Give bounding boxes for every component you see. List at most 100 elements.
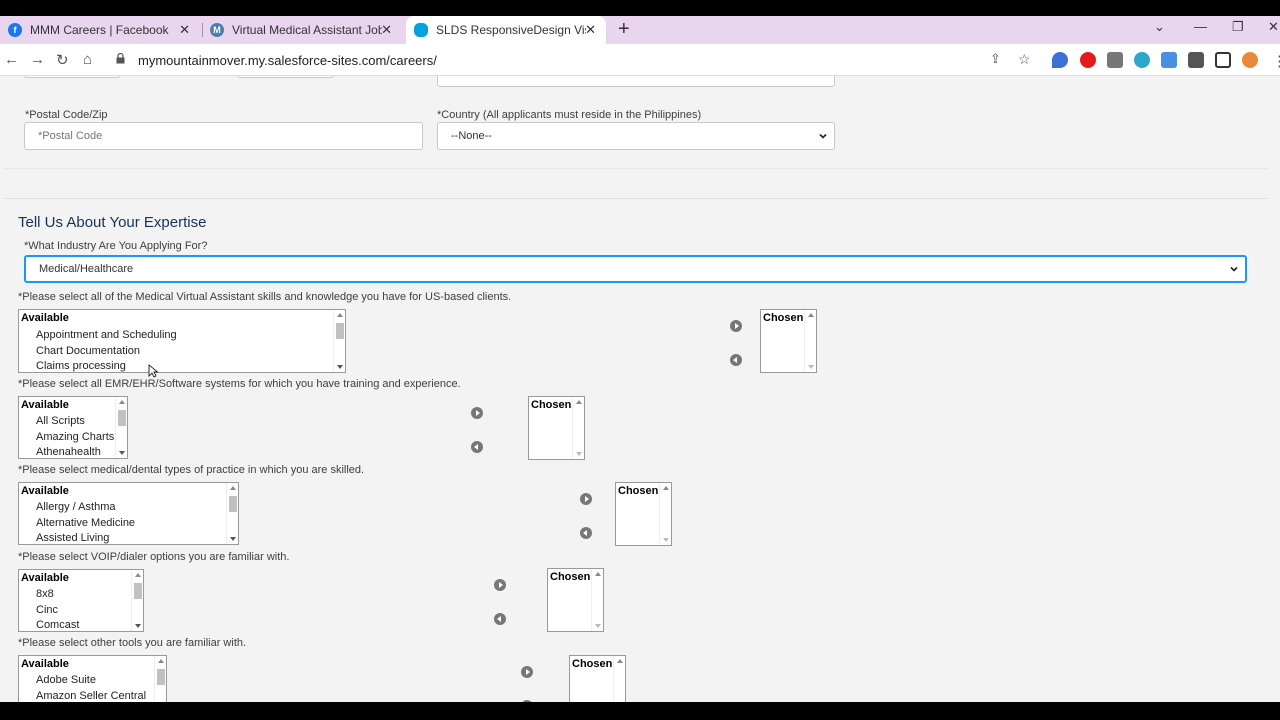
add-arrow-button[interactable]: [730, 320, 742, 332]
minimize-icon[interactable]: —: [1194, 19, 1207, 34]
postal-code-placeholder: *Postal Code: [38, 130, 103, 142]
other-tools-available-list[interactable]: Available Adobe Suite Amazon Seller Cent…: [18, 655, 167, 702]
scroll-up-icon[interactable]: [617, 659, 623, 663]
scroll-up-icon[interactable]: [576, 400, 582, 404]
list-item[interactable]: Comcast: [36, 619, 79, 631]
forward-icon[interactable]: →: [30, 51, 45, 68]
postal-code-input[interactable]: *Postal Code: [24, 122, 423, 150]
scroll-up-icon[interactable]: [158, 659, 164, 663]
list-item[interactable]: Amazon Seller Central: [36, 690, 146, 702]
list-item[interactable]: Adobe Suite: [36, 674, 96, 686]
scrollbar[interactable]: [591, 569, 603, 631]
scroll-down-icon[interactable]: [135, 624, 141, 628]
practice-types-chosen-list[interactable]: Chosen: [615, 482, 672, 546]
scroll-thumb[interactable]: [157, 669, 165, 685]
list-item[interactable]: Athenahealth: [36, 446, 101, 458]
practice-types-available-list[interactable]: Available Allergy / Asthma Alternative M…: [18, 482, 239, 545]
scroll-up-icon[interactable]: [230, 486, 236, 490]
skills-chosen-list[interactable]: Chosen: [760, 309, 817, 373]
emr-chosen-list[interactable]: Chosen: [528, 396, 585, 460]
scrollbar[interactable]: [226, 483, 238, 544]
scroll-down-icon[interactable]: [230, 537, 236, 541]
scroll-up-icon[interactable]: [119, 400, 125, 404]
scrollbar[interactable]: [613, 656, 625, 702]
scroll-up-icon[interactable]: [663, 486, 669, 490]
side-panel-icon[interactable]: [1215, 52, 1231, 68]
extension-shield-icon[interactable]: [1052, 52, 1068, 68]
scroll-down-icon[interactable]: [595, 624, 601, 628]
scrollbar[interactable]: [154, 656, 166, 702]
scroll-up-icon[interactable]: [808, 313, 814, 317]
remove-arrow-button[interactable]: [730, 354, 742, 366]
list-item[interactable]: All Scripts: [36, 415, 85, 427]
add-arrow-button[interactable]: [471, 407, 483, 419]
extension-f-icon[interactable]: [1107, 52, 1123, 68]
list-item[interactable]: Assisted Living: [36, 532, 109, 544]
scrollbar[interactable]: [804, 310, 816, 372]
add-arrow-button[interactable]: [580, 493, 592, 505]
scrollbar[interactable]: [131, 570, 143, 631]
profile-avatar[interactable]: [1242, 52, 1258, 68]
country-select[interactable]: --None--: [437, 122, 835, 150]
scrollbar[interactable]: [572, 397, 584, 459]
list-item[interactable]: Allergy / Asthma: [36, 501, 115, 513]
add-arrow-button[interactable]: [494, 579, 506, 591]
remove-arrow-button[interactable]: [471, 441, 483, 453]
extensions-puzzle-icon[interactable]: [1188, 52, 1204, 68]
menu-kebab-icon[interactable]: ⋮: [1272, 52, 1280, 70]
partial-textarea[interactable]: [437, 76, 835, 87]
scrollbar[interactable]: [659, 483, 671, 545]
scroll-thumb[interactable]: [134, 583, 142, 599]
voip-available-list[interactable]: Available 8x8 Cinc Comcast: [18, 569, 144, 632]
url-field[interactable]: mymountainmover.my.salesforce-sites.com/…: [108, 48, 1043, 72]
tab-virtual-medical-assistant-jobs[interactable]: M Virtual Medical Assistant Jobs - N ✕: [210, 16, 402, 44]
partial-field-middle[interactable]: [237, 76, 334, 78]
extension-c-icon[interactable]: [1134, 52, 1150, 68]
restore-icon[interactable]: ❐: [1232, 19, 1244, 35]
scroll-thumb[interactable]: [336, 323, 344, 339]
list-item[interactable]: Cinc: [36, 604, 58, 616]
scrollbar[interactable]: [333, 310, 345, 372]
scroll-up-icon[interactable]: [595, 572, 601, 576]
list-item[interactable]: Appointment and Scheduling: [36, 329, 177, 341]
industry-select[interactable]: Medical/Healthcare: [24, 255, 1247, 283]
scroll-thumb[interactable]: [118, 410, 126, 426]
tab-search-icon[interactable]: ⌄: [1154, 19, 1165, 35]
scroll-up-icon[interactable]: [337, 313, 343, 317]
opera-icon[interactable]: [1080, 52, 1096, 68]
close-icon[interactable]: ✕: [381, 22, 392, 38]
scrollbar[interactable]: [115, 397, 127, 458]
list-item[interactable]: Alternative Medicine: [36, 517, 135, 529]
voip-chosen-list[interactable]: Chosen: [547, 568, 604, 632]
list-item[interactable]: 8x8: [36, 588, 54, 600]
scroll-down-icon[interactable]: [663, 538, 669, 542]
new-tab-button[interactable]: +: [618, 19, 630, 39]
remove-arrow-button[interactable]: [580, 527, 592, 539]
remove-arrow-button[interactable]: [494, 613, 506, 625]
scroll-up-icon[interactable]: [135, 573, 141, 577]
reload-icon[interactable]: ↻: [56, 51, 69, 69]
scroll-down-icon[interactable]: [119, 451, 125, 455]
partial-field-left[interactable]: [24, 76, 120, 78]
skills-available-list[interactable]: Available Appointment and Scheduling Cha…: [18, 309, 346, 373]
scroll-down-icon[interactable]: [808, 365, 814, 369]
scroll-down-icon[interactable]: [337, 365, 343, 369]
share-icon[interactable]: ⇪: [990, 51, 1001, 67]
scroll-thumb[interactable]: [229, 496, 237, 512]
bookmark-star-icon[interactable]: ☆: [1018, 51, 1031, 68]
window-close-icon[interactable]: ✕: [1268, 19, 1279, 35]
extension-screen-icon[interactable]: [1161, 52, 1177, 68]
close-icon[interactable]: ✕: [585, 22, 596, 38]
list-item[interactable]: Chart Documentation: [36, 345, 140, 357]
close-icon[interactable]: ✕: [179, 22, 190, 38]
tab-slds-responsive-design[interactable]: SLDS ResponsiveDesign Visualfor ✕: [406, 16, 606, 44]
home-icon[interactable]: ⌂: [83, 51, 92, 68]
emr-available-list[interactable]: Available All Scripts Amazing Charts Ath…: [18, 396, 128, 459]
list-item[interactable]: Claims processing: [36, 360, 126, 372]
add-arrow-button[interactable]: [521, 666, 533, 678]
list-item[interactable]: Amazing Charts: [36, 431, 114, 443]
other-tools-chosen-list[interactable]: Chosen: [569, 655, 626, 702]
back-icon[interactable]: ←: [4, 51, 19, 68]
tab-facebook[interactable]: f MMM Careers | Facebook ✕: [8, 16, 200, 44]
scroll-down-icon[interactable]: [576, 452, 582, 456]
